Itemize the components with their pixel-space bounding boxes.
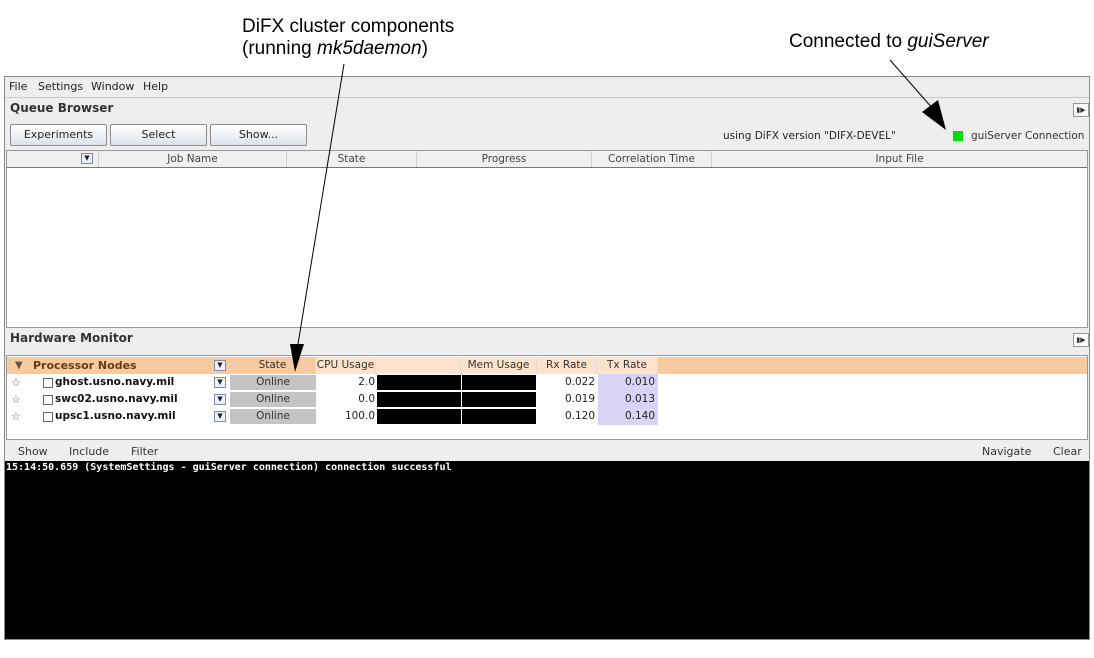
guiserver-connection-indicator[interactable] [953,131,963,141]
hw-column-tx-rate[interactable]: Tx Rate [597,357,658,374]
processor-node-row[interactable]: ☆ ghost.usno.navy.mil ▼ Online 2.0 0.022… [7,374,1087,391]
log-clear-button[interactable]: Clear [1053,445,1082,458]
node-state: Online [230,409,316,424]
star-icon[interactable]: ☆ [11,408,21,425]
node-cpu-bar [377,392,461,407]
column-job-name[interactable]: Job Name [99,151,287,167]
node-mem-bar [462,392,536,407]
collapse-triangle-icon[interactable]: ▼ [15,357,23,374]
column-state[interactable]: State [287,151,417,167]
column-correlation-time[interactable]: Correlation Time [592,151,712,167]
hardware-table-header: ▼ Processor Nodes ▼ State CPU Usage Mem … [7,357,1087,374]
annotation-line-1: DiFX cluster components [242,16,455,37]
chevron-down-icon[interactable]: ▼ [214,411,226,422]
node-rx-rate: 0.022 [564,376,595,388]
node-checkbox[interactable] [43,378,53,388]
log-line: 15:14:50.659 (SystemSettings - guiServer… [6,462,452,473]
node-mem-bar [462,409,536,424]
queue-column-menu[interactable]: ▼ [7,151,99,167]
processor-node-row[interactable]: ☆ swc02.usno.navy.mil ▼ Online 0.0 0.019… [7,391,1087,408]
node-mem-bar [462,375,536,390]
node-cpu-usage: 2.0 [358,376,375,388]
node-state: Online [230,375,316,390]
node-cpu-usage: 100.0 [344,410,375,422]
node-tx-rate: 0.010 [598,374,658,391]
undock-icon: ▮▶ [1076,336,1086,344]
undock-icon: ▮▶ [1076,106,1086,114]
log-show-menu[interactable]: Show [18,445,48,458]
chevron-down-icon[interactable]: ▼ [81,153,93,164]
node-checkbox[interactable] [43,412,53,422]
star-icon[interactable]: ☆ [11,391,21,408]
node-state: Online [230,392,316,407]
app-window: File Settings Window Help Queue Browser … [4,76,1090,640]
annotation-line-2: (running mk5daemon) [242,38,428,59]
node-hostname: swc02.usno.navy.mil [55,393,178,405]
log-navigate-menu[interactable]: Navigate [982,445,1031,458]
menubar: File Settings Window Help [5,77,1089,98]
star-icon[interactable]: ☆ [11,374,21,391]
experiments-button[interactable]: Experiments [10,124,107,146]
node-cpu-bar [377,375,461,390]
difx-version-label: using DiFX version "DIFX-DEVEL" [723,130,896,142]
node-hostname: ghost.usno.navy.mil [55,376,175,388]
log-filter-menu[interactable]: Filter [131,445,158,458]
queue-table[interactable]: ▼ Job Name State Progress Correlation Ti… [6,150,1088,328]
guiserver-connection-label[interactable]: guiServer Connection [971,130,1084,142]
menu-help[interactable]: Help [143,80,168,93]
hw-column-state[interactable]: State [230,357,316,374]
select-button[interactable]: Select [110,124,207,146]
hardware-monitor-title: Hardware Monitor [10,331,133,345]
column-progress[interactable]: Progress [417,151,592,167]
hw-column-mem-usage[interactable]: Mem Usage [461,357,537,374]
menu-settings[interactable]: Settings [38,80,83,93]
node-hostname: upsc1.usno.navy.mil [55,410,176,422]
message-log[interactable]: 15:14:50.659 (SystemSettings - guiServer… [5,461,1089,639]
node-cpu-usage: 0.0 [358,393,375,405]
show-button[interactable]: Show... [210,124,307,146]
node-cpu-bar [377,409,461,424]
log-include-menu[interactable]: Include [69,445,109,458]
node-tx-rate: 0.013 [598,391,658,408]
processor-node-row[interactable]: ☆ upsc1.usno.navy.mil ▼ Online 100.0 0.1… [7,408,1087,425]
queue-browser-title: Queue Browser [10,101,114,115]
node-tx-rate: 0.140 [598,408,658,425]
menu-window[interactable]: Window [91,80,134,93]
queue-table-header: ▼ Job Name State Progress Correlation Ti… [7,151,1087,168]
log-toolbar: Show Include Filter Navigate Clear [5,442,1089,460]
chevron-down-icon[interactable]: ▼ [214,360,226,371]
hardware-monitor-undock-button[interactable]: ▮▶ [1073,333,1089,347]
column-input-file[interactable]: Input File [712,151,1087,167]
chevron-down-icon[interactable]: ▼ [214,377,226,388]
hw-column-cpu-usage[interactable]: CPU Usage [316,357,376,374]
chevron-down-icon[interactable]: ▼ [214,394,226,405]
node-checkbox[interactable] [43,395,53,405]
hw-column-cpu-bar[interactable] [376,357,461,374]
node-rx-rate: 0.120 [564,410,595,422]
annotation-cluster-components: DiFX cluster components (running mk5daem… [242,16,454,60]
processor-nodes-label[interactable]: Processor Nodes [33,357,137,374]
queue-browser-undock-button[interactable]: ▮▶ [1073,103,1089,117]
annotation-guiserver: Connected to guiServer [789,31,989,52]
hw-column-rx-rate[interactable]: Rx Rate [537,357,597,374]
node-rx-rate: 0.019 [564,393,595,405]
menu-file[interactable]: File [9,80,27,93]
hardware-table[interactable]: ▼ Processor Nodes ▼ State CPU Usage Mem … [6,355,1088,440]
